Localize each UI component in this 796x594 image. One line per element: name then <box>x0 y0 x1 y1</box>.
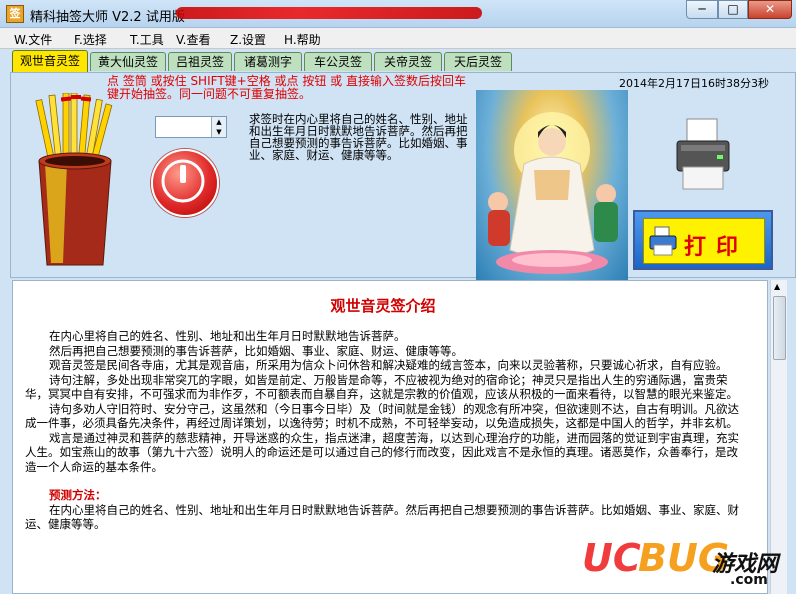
menu-settings[interactable]: Z.设置 <box>230 31 266 48</box>
instructions-description: 求签时在内心里将自己的姓名、性别、地址和出生年月日时默默地告诉菩萨。然后再把自己… <box>249 112 468 162</box>
guanyin-image <box>476 90 628 280</box>
tab-huangdaxian[interactable]: 黄大仙灵签 <box>90 52 166 71</box>
minimize-button[interactable]: ─ <box>686 0 718 19</box>
spin-up-arrow-icon[interactable]: ▲ <box>211 117 226 127</box>
guanyin-figure <box>488 112 618 274</box>
close-button[interactable]: ✕ <box>748 0 792 19</box>
tab-tianhou[interactable]: 天后灵签 <box>444 52 512 71</box>
title-bar: 签 精科抽签大师 V2.2 试用版 ─ □ ✕ <box>0 0 796 28</box>
instructions-text: 点 签筒 或按住 SHIFT键+空格 或点 按钮 或 直接输入签数后按回车键开始… <box>107 74 466 101</box>
app-icon: 签 <box>6 5 24 23</box>
menu-bar: W.文件 F.选择 T.工具 V.查看 Z.设置 H.帮助 <box>0 28 796 49</box>
spin-down-arrow-icon[interactable]: ▼ <box>211 127 226 137</box>
tab-guandi[interactable]: 关帝灵签 <box>374 52 442 71</box>
lot-cylinder-icon[interactable] <box>33 93 117 269</box>
lot-number-spinner[interactable]: ▲ ▼ <box>155 116 227 138</box>
menu-view[interactable]: V.查看 <box>176 31 210 48</box>
printer-icon <box>676 118 730 190</box>
article-paragraph: 在内心里将自己的姓名、性别、地址和出生年月日时默默地告诉菩萨。 <box>49 329 406 343</box>
scroll-up-arrow-icon[interactable]: ▲ <box>774 282 780 291</box>
print-button[interactable]: 打印 <box>633 210 773 270</box>
power-icon <box>161 159 205 203</box>
menu-file[interactable]: W.文件 <box>14 31 52 48</box>
scrollbar-thumb[interactable] <box>773 296 786 360</box>
method-text: 在内心里将自己的姓名、性别、地址和出生年月日时默默地告诉菩萨。然后再把自己想要预… <box>25 502 739 532</box>
small-printer-icon <box>649 226 677 256</box>
article-paragraph: 诗句多劝人守旧符时、安分守己，这虽然和（今日事今日毕）及（时间就是金钱）的观念有… <box>25 401 739 431</box>
menu-help[interactable]: H.帮助 <box>284 31 321 48</box>
tab-strip: 观世音灵签 黄大仙灵签 吕祖灵签 诸葛测字 车公灵签 关帝灵签 天后灵签 <box>10 50 796 72</box>
article-paragraph: 观音灵签是民间各寺庙，尤其是观音庙，所采用为信众卜问休咎和解决疑难的绒言签本，向… <box>49 358 728 372</box>
print-button-face: 打印 <box>643 218 765 264</box>
article-title: 观世音灵签介绍 <box>330 297 436 315</box>
redacted-contact-scribble <box>176 7 482 19</box>
tab-lvzu[interactable]: 吕祖灵签 <box>168 52 232 71</box>
maximize-button[interactable]: □ <box>718 0 748 19</box>
menu-select[interactable]: F.选择 <box>74 31 107 48</box>
tab-zhuge[interactable]: 诸葛测字 <box>234 52 302 71</box>
window-title: 精科抽签大师 V2.2 试用版 <box>30 10 185 25</box>
article-paragraph: 然后再把自己想要预测的事告诉菩萨，比如婚姻、事业、家庭、财运、健康等等。 <box>49 343 463 358</box>
tab-guanyin[interactable]: 观世音灵签 <box>12 50 88 72</box>
watermark-com: .com <box>730 572 768 588</box>
menu-tools[interactable]: T.工具 <box>130 31 164 48</box>
watermark-uc: UC <box>582 536 641 580</box>
draw-panel: 点 签筒 或按住 SHIFT键+空格 或点 按钮 或 直接输入签数后按回车键开始… <box>10 72 796 280</box>
site-watermark: UC BUG 游戏网 .com <box>560 534 796 594</box>
article-paragraph: 戏言是通过神灵和菩萨的慈悲精神，开导迷惑的众生，指点迷津，超度苦海，以达到心理治… <box>25 430 739 474</box>
draw-lot-button[interactable] <box>151 149 219 217</box>
article-body: 在内心里将自己的姓名、性别、地址和出生年月日时默默地告诉菩萨。 然后再把自己想要… <box>25 329 747 532</box>
print-label: 打印 <box>684 235 749 260</box>
method-heading: 预测方法： <box>49 488 107 502</box>
article-paragraph: 诗句注解，多处出现非常突兀的字眼，如皆是前定、万般皆是命等，不应被视为绝对的宿命… <box>25 372 738 402</box>
tab-chegong[interactable]: 车公灵签 <box>304 52 372 71</box>
datetime-display: 2014年2月17日16时38分3秒 <box>619 77 769 90</box>
